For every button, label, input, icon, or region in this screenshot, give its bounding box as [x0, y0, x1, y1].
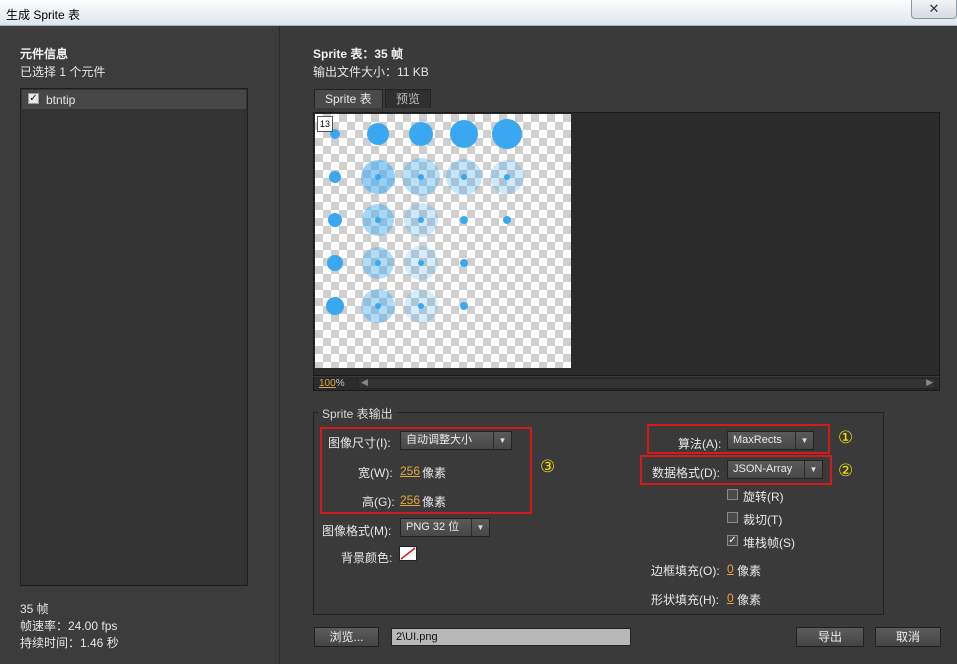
symbol-list[interactable]: ✓ btntip: [20, 88, 248, 586]
sprite-frame-core: [418, 174, 424, 180]
annotation-1: ①: [838, 428, 854, 447]
sprite-frame-core: [375, 260, 381, 266]
horizontal-scrollbar[interactable]: ◀ ▶: [358, 377, 936, 389]
image-size-label: 图像尺寸(I):: [328, 436, 391, 450]
close-icon[interactable]: ✕: [929, 1, 940, 16]
close-button[interactable]: ✕: [911, 0, 957, 19]
image-format-value: PNG 32 位: [406, 521, 460, 533]
frame-rate: 帧速率：24.00 fps: [20, 619, 118, 633]
selected-count: 已选择 1 个元件: [20, 65, 106, 79]
sprite-frame: [367, 123, 389, 145]
sprite-summary: Sprite 表：35 帧: [313, 47, 404, 61]
chevron-down-icon: ▼: [493, 432, 511, 449]
annotation-2: ②: [838, 461, 854, 480]
border-padding-label: 边框填充(O):: [651, 564, 720, 578]
sprite-frame-core: [418, 217, 424, 223]
algorithm-value: MaxRects: [733, 434, 782, 446]
sprite-preview-area: 13: [313, 112, 940, 376]
trim-label: 裁切(T): [743, 513, 783, 527]
scroll-left-icon[interactable]: ◀: [361, 377, 368, 388]
no-color-icon: [400, 547, 416, 560]
sprite-frame-core: [461, 174, 467, 180]
sprite-frame: [327, 255, 343, 271]
zoom-value[interactable]: 100: [319, 378, 336, 389]
zoom-unit: %: [335, 378, 345, 389]
cancel-button[interactable]: 取消: [875, 627, 941, 647]
annotation-3: ③: [540, 457, 556, 476]
frame-badge: 13: [317, 116, 333, 132]
bg-color-label: 背景颜色:: [341, 551, 393, 565]
width-unit: 像素: [422, 466, 447, 480]
image-format-dropdown[interactable]: PNG 32 位 ▼: [400, 518, 490, 537]
symbol-info-header: 元件信息: [20, 47, 69, 61]
scroll-right-icon[interactable]: ▶: [926, 377, 933, 388]
duration: 持续时间：1.46 秒: [20, 636, 119, 650]
output-file-size: 输出文件大小：11 KB: [313, 65, 429, 79]
border-padding-field[interactable]: 0: [727, 562, 734, 576]
sprite-frame-core: [375, 217, 381, 223]
rotate-label: 旋转(R): [743, 490, 784, 504]
chevron-down-icon: ▼: [804, 461, 822, 478]
browse-button[interactable]: 浏览...: [314, 627, 379, 647]
data-format-value: JSON-Array: [733, 463, 793, 475]
data-format-dropdown[interactable]: JSON-Array ▼: [727, 460, 823, 479]
sprite-frame: [409, 122, 433, 146]
sprite-frame-core: [418, 260, 424, 266]
title-bar: [0, 0, 957, 26]
sprite-frame: [450, 120, 478, 148]
sprite-frame: [460, 302, 468, 310]
data-format-label: 数据格式(D):: [652, 466, 720, 480]
export-button[interactable]: 导出: [796, 627, 864, 647]
height-field[interactable]: 256: [400, 493, 420, 507]
shape-padding-unit: 像素: [737, 593, 762, 607]
algorithm-dropdown[interactable]: MaxRects ▼: [727, 431, 814, 450]
sprite-frame: [326, 297, 344, 315]
list-item[interactable]: ✓ btntip: [22, 90, 246, 109]
algorithm-label: 算法(A):: [678, 437, 722, 451]
stack-frames-checkbox[interactable]: ✓: [727, 535, 738, 546]
tab-preview[interactable]: 预览: [385, 89, 432, 108]
sprite-frame: [492, 119, 522, 149]
symbol-checkbox[interactable]: ✓: [28, 93, 39, 104]
image-size-dropdown[interactable]: 自动调整大小 ▼: [400, 431, 512, 450]
window-title: 生成 Sprite 表: [6, 8, 81, 22]
height-label: 高(G):: [362, 495, 395, 509]
sprite-frame: [503, 216, 511, 224]
preview-status-bar: 100% ◀ ▶: [313, 377, 940, 391]
height-unit: 像素: [422, 495, 447, 509]
image-size-value: 自动调整大小: [406, 434, 472, 446]
sprite-output-legend: Sprite 表输出: [318, 405, 397, 422]
sprite-frame: [329, 171, 341, 183]
chevron-down-icon: ▼: [471, 519, 489, 536]
image-format-label: 图像格式(M):: [322, 524, 392, 538]
width-field[interactable]: 256: [400, 464, 420, 478]
chevron-down-icon: ▼: [795, 432, 813, 449]
sprite-sheet-canvas: 13: [315, 114, 571, 368]
sprite-frame: [460, 216, 468, 224]
zoom-level[interactable]: 100%: [319, 378, 345, 389]
width-label: 宽(W):: [358, 466, 393, 480]
tab-sprite-sheet[interactable]: Sprite 表: [314, 89, 383, 108]
sprite-frame: [328, 213, 342, 227]
sprite-frame-core: [504, 174, 510, 180]
shape-padding-field[interactable]: 0: [727, 591, 734, 605]
rotate-checkbox[interactable]: [727, 489, 738, 500]
trim-checkbox[interactable]: [727, 512, 738, 523]
output-path-field[interactable]: 2\UI.png: [391, 628, 631, 646]
shape-padding-label: 形状填充(H):: [651, 593, 719, 607]
sprite-frame-core: [375, 303, 381, 309]
border-padding-unit: 像素: [737, 564, 762, 578]
bg-color-swatch[interactable]: [399, 546, 417, 561]
sprite-frame-core: [418, 303, 424, 309]
sprite-frame: [460, 259, 468, 267]
symbol-name: btntip: [46, 93, 76, 107]
stack-frames-label: 堆栈帧(S): [743, 536, 795, 550]
frame-count: 35 帧: [20, 602, 49, 616]
sprite-frame-core: [375, 174, 381, 180]
